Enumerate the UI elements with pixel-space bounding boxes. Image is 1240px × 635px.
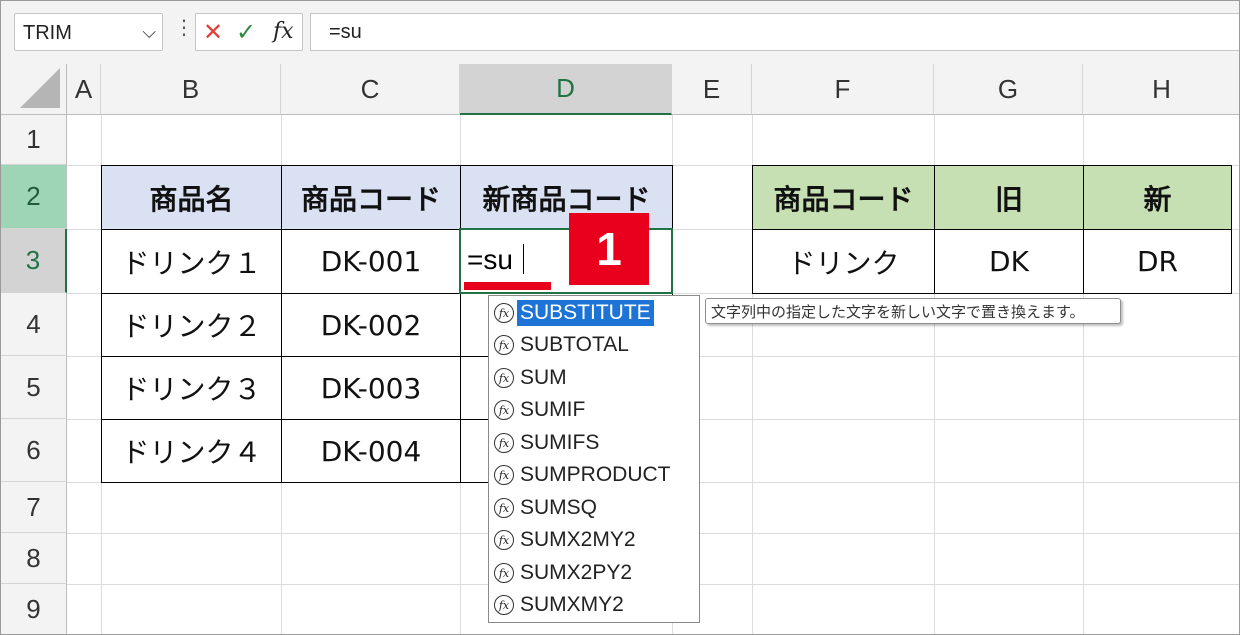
function-icon: fx [494,595,514,615]
more-options-icon[interactable]: ⋮ [174,17,194,37]
table1-cell-name[interactable]: ドリンク１ [101,229,282,294]
function-icon: fx [494,368,514,388]
row-header-9[interactable]: 9 [1,584,67,634]
table2-cell-code[interactable]: ドリンク [752,229,935,294]
autocomplete-item-label: SUMSQ [520,496,598,519]
autocomplete-item-label: SUMPRODUCT [520,463,671,486]
function-icon: fx [494,563,514,583]
table1-cell-code[interactable]: DK-004 [281,419,461,483]
table1-header-code[interactable]: 商品コード [281,165,461,230]
cell-edit-text: =su [467,244,513,275]
table1-header-name[interactable]: 商品名 [101,165,282,230]
table2-header-old[interactable]: 旧 [934,165,1084,230]
formula-text: =su [329,21,362,43]
row-header-5[interactable]: 5 [1,356,67,419]
highlight-underline [464,282,551,290]
chevron-down-icon[interactable]: ⌵ [142,22,156,43]
column-header-d[interactable]: D [460,64,672,115]
table1-cell-code[interactable]: DK-002 [281,293,461,357]
autocomplete-item[interactable]: fx SUMX2PY2 [491,558,697,588]
row-header-1[interactable]: 1 [1,115,67,165]
function-icon: fx [494,303,514,323]
column-header-b[interactable]: B [101,64,281,115]
table1-cell-code[interactable]: DK-003 [281,356,461,420]
column-header-c[interactable]: C [281,64,460,115]
autocomplete-item[interactable]: fx SUBSTITUTE [491,298,697,328]
function-autocomplete-list[interactable]: fx SUBSTITUTE fx SUBTOTAL fx SUM fx SUMI… [488,295,700,623]
function-icon: fx [494,335,514,355]
table2-header-code[interactable]: 商品コード [752,165,935,230]
autocomplete-item-label: SUBSTITUTE [517,300,654,326]
row-header-8[interactable]: 8 [1,533,67,584]
function-tooltip: 文字列中の指定した文字を新しい文字で置き換えます。 [705,298,1121,324]
name-box-value: TRIM [23,22,72,44]
table1-cell-code[interactable]: DK-001 [281,229,461,294]
insert-function-icon[interactable]: fx [273,19,294,44]
autocomplete-item-label: SUMX2PY2 [520,561,633,584]
table2-cell-new[interactable]: DR [1083,229,1232,294]
column-header-g[interactable]: G [934,64,1083,115]
autocomplete-item-label: SUMIF [520,398,586,421]
column-header-f[interactable]: F [752,64,934,115]
cancel-icon[interactable]: ✕ [203,18,223,46]
row-header-4[interactable]: 4 [1,293,67,356]
table2-cell-old[interactable]: DK [934,229,1084,294]
row-header-3[interactable]: 3 [1,229,67,293]
autocomplete-item-label: SUMXMY2 [520,593,624,616]
autocomplete-item[interactable]: fx SUMX2MY2 [491,525,697,555]
autocomplete-item-label: SUBTOTAL [520,333,629,356]
autocomplete-item[interactable]: fx SUM [491,363,697,393]
enter-icon[interactable]: ✓ [236,18,256,46]
table1-cell-name[interactable]: ドリンク３ [101,356,282,420]
step-badge: 1 [569,213,649,285]
name-box[interactable]: TRIM ⌵ [14,13,163,51]
function-icon: fx [494,498,514,518]
autocomplete-item-label: SUM [520,366,567,389]
text-caret [523,244,524,274]
table2-header-new[interactable]: 新 [1083,165,1232,230]
function-icon: fx [494,400,514,420]
excel-window: TRIM ⌵ ⋮ ✕ ✓ fx =su A B C D E F G H 1 2 … [0,0,1240,635]
autocomplete-item[interactable]: fx SUMSQ [491,493,697,523]
table1-cell-name[interactable]: ドリンク４ [101,419,282,483]
formula-bar: TRIM ⌵ ⋮ ✕ ✓ fx =su [1,1,1239,64]
row-header-7[interactable]: 7 [1,482,67,533]
autocomplete-item[interactable]: fx SUMIFS [491,428,697,458]
table1-cell-name[interactable]: ドリンク２ [101,293,282,357]
autocomplete-item[interactable]: fx SUMXMY2 [491,590,697,620]
formula-buttons: ✕ ✓ fx [195,13,303,51]
row-header-2[interactable]: 2 [1,165,67,229]
autocomplete-item[interactable]: fx SUMIF [491,395,697,425]
column-header-e[interactable]: E [672,64,752,115]
autocomplete-item[interactable]: fx SUBTOTAL [491,330,697,360]
function-icon: fx [494,530,514,550]
function-icon: fx [494,465,514,485]
function-icon: fx [494,433,514,453]
autocomplete-item-label: SUMIFS [520,431,600,454]
column-header-h[interactable]: H [1083,64,1239,115]
formula-input[interactable]: =su [310,13,1239,51]
column-header-a[interactable]: A [67,64,101,115]
autocomplete-item[interactable]: fx SUMPRODUCT [491,460,697,490]
row-header-6[interactable]: 6 [1,419,67,482]
select-all-corner[interactable] [1,64,67,115]
autocomplete-item-label: SUMX2MY2 [520,528,636,551]
